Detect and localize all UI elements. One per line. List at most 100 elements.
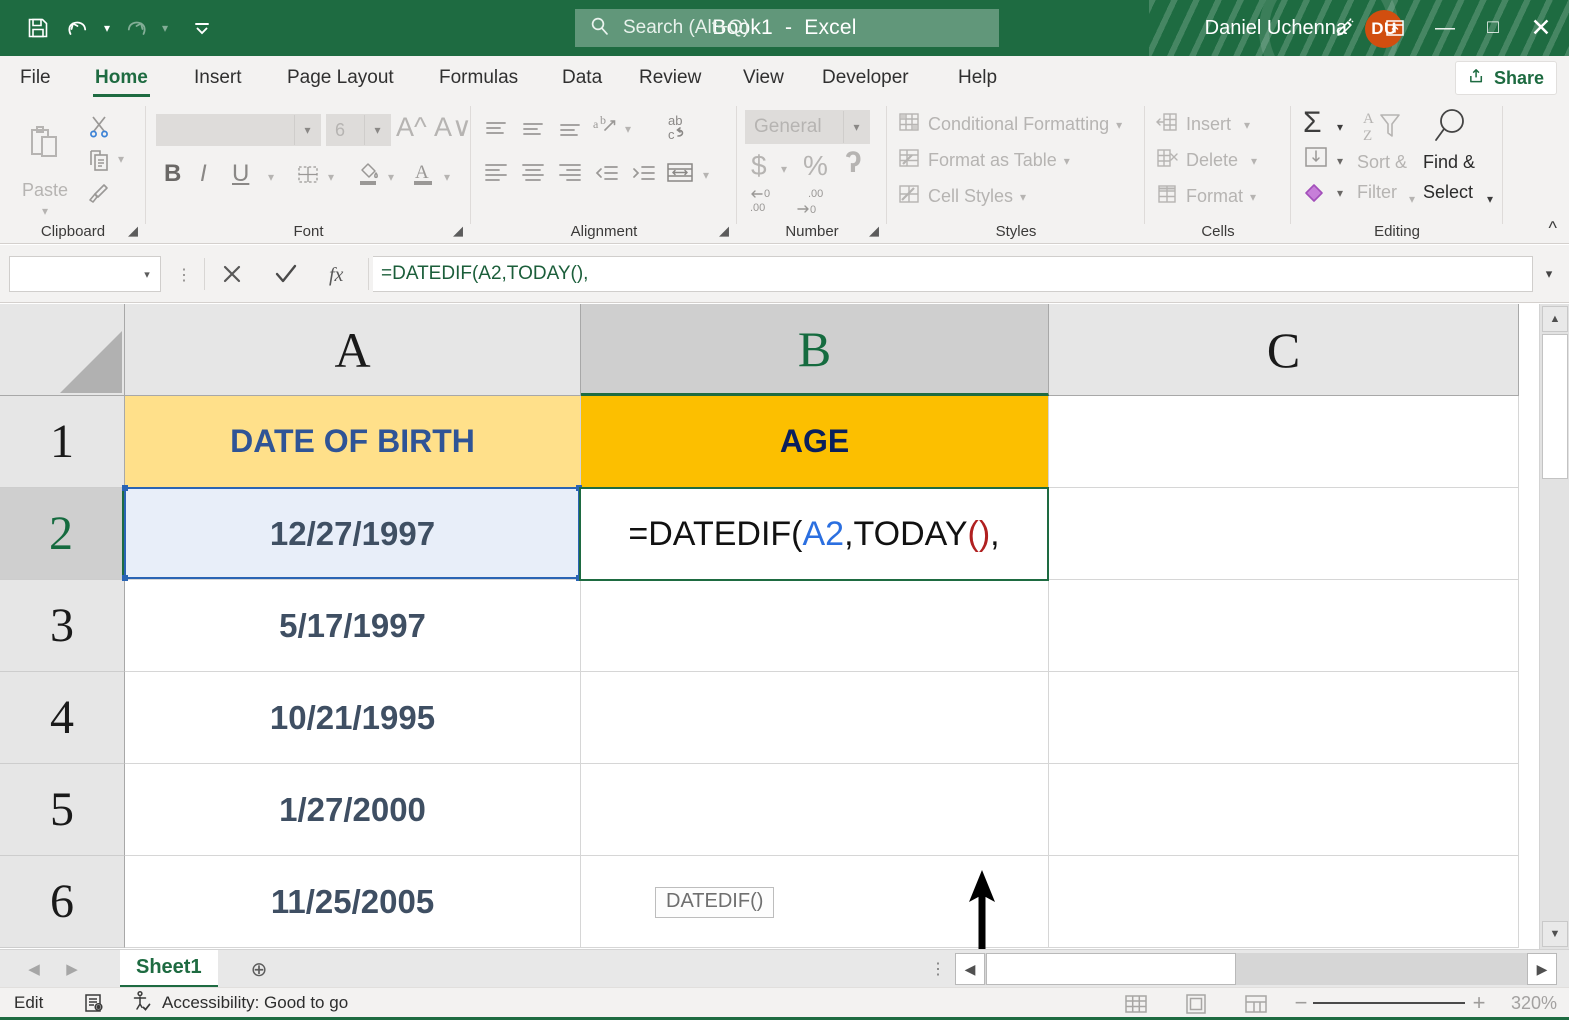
cell-b1[interactable]: AGE <box>581 396 1049 488</box>
add-sheet-plus-icon[interactable]: ⊕ <box>243 954 275 984</box>
align-left-icon[interactable] <box>479 158 513 188</box>
find-and-select-label-line1[interactable]: Find & <box>1423 152 1475 173</box>
fill-color-chevron-down-icon[interactable]: ▾ <box>388 170 394 184</box>
zoom-in-button[interactable]: + <box>1466 990 1492 1016</box>
cell-styles-button[interactable]: Cell Styles ▾ <box>897 182 1026 211</box>
undo-chevron-down-icon[interactable]: ▾ <box>98 8 116 48</box>
increase-decimal-icon[interactable]: 0 .00 <box>747 186 787 216</box>
row-header-4[interactable]: 4 <box>0 672 125 764</box>
bold-button[interactable]: B <box>164 160 181 188</box>
align-top-icon[interactable] <box>479 114 513 144</box>
autosum-chevron-down-icon[interactable]: ▾ <box>1337 120 1343 134</box>
wrap-text-icon[interactable]: ab c <box>661 110 697 146</box>
insert-function-fx-icon[interactable]: fx <box>313 256 367 292</box>
cell-c6[interactable] <box>1049 856 1519 948</box>
collapse-ribbon-icon[interactable]: ^ <box>1549 218 1557 239</box>
share-button[interactable]: Share <box>1455 61 1557 95</box>
cell-styles-chevron-down-icon[interactable]: ▾ <box>1020 190 1026 204</box>
tab-help[interactable]: Help <box>956 56 999 100</box>
column-header-c[interactable]: C <box>1049 304 1519 396</box>
delete-cells-button[interactable]: Delete ▾ <box>1155 146 1257 175</box>
paste-label[interactable]: Paste <box>14 180 76 201</box>
cell-b3[interactable] <box>581 580 1049 672</box>
tab-review[interactable]: Review <box>637 56 703 100</box>
tab-insert[interactable]: Insert <box>192 56 244 100</box>
insert-cells-button[interactable]: Insert ▾ <box>1155 110 1250 139</box>
vertical-scrollbar-thumb[interactable] <box>1542 334 1568 479</box>
vertical-scrollbar[interactable]: ▲ ▼ <box>1539 304 1569 949</box>
tab-data[interactable]: Data <box>560 56 604 100</box>
page-break-preview-icon[interactable] <box>1239 991 1273 1017</box>
currency-format-button[interactable]: $ <box>751 150 767 182</box>
paste-chevron-down-icon[interactable]: ▾ <box>14 204 76 218</box>
number-dialog-launcher[interactable]: ◢ <box>869 224 883 238</box>
close-button[interactable]: ✕ <box>1517 0 1565 56</box>
tab-page-layout[interactable]: Page Layout <box>285 56 396 100</box>
format-as-table-button[interactable]: Format as Table ▾ <box>897 146 1070 175</box>
copy-chevron-down-icon[interactable]: ▾ <box>118 152 124 166</box>
page-layout-view-icon[interactable] <box>1179 991 1213 1017</box>
cell-b4[interactable] <box>581 672 1049 764</box>
find-and-select-label-line2[interactable]: Select <box>1423 182 1473 203</box>
delete-chevron-down-icon[interactable]: ▾ <box>1251 154 1257 168</box>
format-chevron-down-icon[interactable]: ▾ <box>1250 190 1256 204</box>
italic-button[interactable]: I <box>200 160 207 188</box>
zoom-out-button[interactable]: − <box>1288 990 1314 1016</box>
text-orientation-icon[interactable]: a b <box>589 112 623 144</box>
row-header-1[interactable]: 1 <box>0 396 125 488</box>
cell-a1[interactable]: DATE OF BIRTH <box>125 396 581 488</box>
find-select-chevron-down-icon[interactable]: ▾ <box>1487 192 1493 206</box>
percent-format-button[interactable]: % <box>803 150 828 182</box>
row-header-5[interactable]: 5 <box>0 764 125 856</box>
cell-a2[interactable]: 12/27/1997 <box>125 488 581 580</box>
previous-sheet-icon[interactable]: ◀ <box>18 954 50 984</box>
column-header-b[interactable]: B <box>581 304 1049 396</box>
horizontal-scrollbar-thumb[interactable] <box>986 953 1236 985</box>
next-sheet-icon[interactable]: ▶ <box>56 954 88 984</box>
name-box[interactable]: ▾ <box>9 256 161 292</box>
cell-c4[interactable] <box>1049 672 1519 764</box>
paste-icon[interactable] <box>14 114 76 176</box>
row-header-6[interactable]: 6 <box>0 856 125 948</box>
align-middle-icon[interactable] <box>516 114 550 144</box>
sheet-tab-sheet1[interactable]: Sheet1 <box>120 950 218 988</box>
accessibility-status[interactable]: Accessibility: Good to go <box>130 988 348 1018</box>
row-header-2[interactable]: 2 <box>0 488 125 580</box>
enter-check-icon[interactable] <box>259 256 313 292</box>
maximize-button[interactable]: □ <box>1469 0 1517 56</box>
format-painter-icon[interactable] <box>84 178 114 208</box>
record-macro-icon[interactable] <box>82 988 106 1018</box>
font-color-icon[interactable]: A <box>410 158 438 188</box>
scroll-up-icon[interactable]: ▲ <box>1542 306 1568 332</box>
number-format-select[interactable]: General ▾ <box>745 110 870 144</box>
alignment-dialog-launcher[interactable]: ◢ <box>719 224 733 238</box>
align-center-icon[interactable] <box>516 158 550 188</box>
select-all-corner-icon[interactable] <box>0 304 125 396</box>
align-right-icon[interactable] <box>553 158 587 188</box>
cell-b5[interactable] <box>581 764 1049 856</box>
font-name-chevron-down-icon[interactable]: ▾ <box>294 115 320 145</box>
formula-input[interactable]: =DATEDIF(A2,TODAY(), <box>373 256 1533 292</box>
underline-button[interactable]: U <box>232 160 249 188</box>
format-cells-button[interactable]: Format ▾ <box>1155 182 1256 211</box>
column-header-a[interactable]: A <box>125 304 581 396</box>
font-size-input[interactable]: 6 ▾ <box>326 114 391 146</box>
sort-and-filter-label-line2[interactable]: Filter <box>1357 182 1397 203</box>
borders-chevron-down-icon[interactable]: ▾ <box>328 170 334 184</box>
merge-and-center-icon[interactable] <box>663 156 697 190</box>
row-header-3[interactable]: 3 <box>0 580 125 672</box>
formula-bar-handle[interactable]: ⋮ <box>176 265 192 285</box>
cancel-icon[interactable] <box>205 256 259 292</box>
find-and-select-icon[interactable] <box>1423 104 1475 150</box>
normal-view-icon[interactable] <box>1119 991 1153 1017</box>
cell-c3[interactable] <box>1049 580 1519 672</box>
conditional-formatting-button[interactable]: Conditional Formatting ▾ <box>897 110 1122 139</box>
cut-scissors-icon[interactable] <box>84 112 114 142</box>
redo-chevron-down-icon[interactable]: ▾ <box>156 8 174 48</box>
currency-chevron-down-icon[interactable]: ▾ <box>781 162 787 176</box>
undo-icon[interactable] <box>58 8 98 48</box>
clipboard-dialog-launcher[interactable]: ◢ <box>128 224 142 238</box>
decrease-font-size-icon[interactable]: A∨ <box>434 112 472 143</box>
pen-icon[interactable] <box>1321 0 1369 56</box>
cell-c5[interactable] <box>1049 764 1519 856</box>
